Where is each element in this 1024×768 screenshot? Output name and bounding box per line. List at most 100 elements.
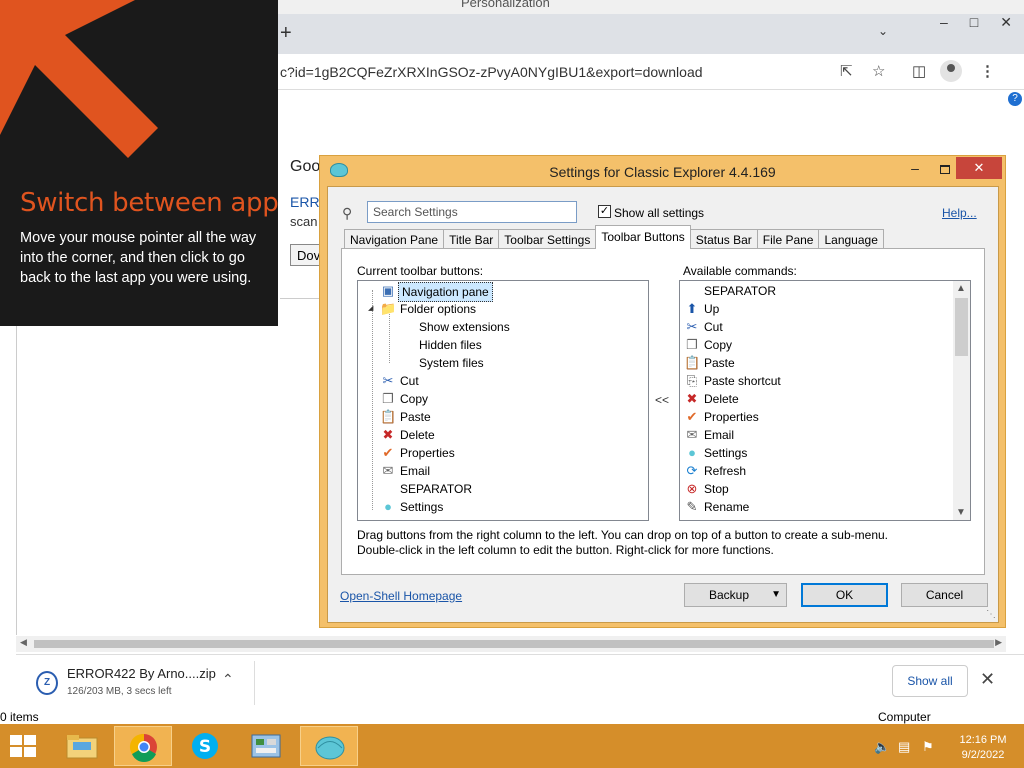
dropdown-arrow-icon[interactable]: ▼ <box>771 584 781 606</box>
new-tab-plus-icon[interactable]: + <box>280 22 292 45</box>
clock[interactable]: 12:16 PM 9/2/2022 <box>952 733 1014 763</box>
profile-avatar-icon[interactable] <box>940 60 962 82</box>
scissors-icon: ✂ <box>686 319 698 334</box>
bookmark-star-icon[interactable]: ☆ <box>872 62 885 80</box>
zip-file-icon: Z <box>36 671 58 695</box>
download-filename[interactable]: ERROR422 By Arno....zip <box>67 666 216 681</box>
homepage-link[interactable]: Open-Shell Homepage <box>340 589 462 603</box>
instructions-line-1: Drag buttons from the right column to th… <box>357 528 888 542</box>
taskbar-file-explorer[interactable] <box>53 726 111 766</box>
tab-toolbar-settings[interactable]: Toolbar Settings <box>498 229 597 249</box>
help-link[interactable]: Help... <box>942 206 977 220</box>
minimize-icon[interactable]: – <box>900 160 930 180</box>
folder-options-icon: 📁 <box>380 301 397 316</box>
file-explorer-icon <box>66 735 98 759</box>
scrollbar-thumb[interactable] <box>955 298 968 356</box>
scroll-left-icon[interactable]: ◀ <box>20 637 27 648</box>
move-left-button[interactable]: << <box>655 393 669 407</box>
current-button-label: Navigation pane <box>398 282 493 302</box>
available-command-label: Paste shortcut <box>704 374 781 388</box>
show-all-button[interactable]: Show all <box>892 665 968 697</box>
tab-status-bar[interactable]: Status Bar <box>689 229 758 249</box>
scrollbar-thumb[interactable] <box>34 640 994 648</box>
explorer-status-computer: Computer <box>878 710 931 724</box>
tab-language[interactable]: Language <box>818 229 884 249</box>
backup-label: Backup <box>709 588 750 602</box>
show-all-settings-checkbox[interactable]: ✓ <box>598 205 611 218</box>
chrome-menu-icon[interactable]: ⋮ <box>980 62 995 80</box>
current-button-label: Folder options <box>400 302 477 316</box>
chrome-maximize-icon[interactable]: □ <box>970 14 978 31</box>
taskbar-classic-shell[interactable] <box>300 726 358 766</box>
chrome-minimize-icon[interactable]: – <box>940 14 948 31</box>
windows-logo-pane <box>10 747 22 757</box>
speaker-muted-icon[interactable]: 🔈 <box>874 739 890 755</box>
search-icon: ⚲ <box>342 205 353 221</box>
horizontal-scrollbar[interactable]: ◀ ▶ <box>16 636 1006 652</box>
paste-icon: 📋 <box>684 355 701 370</box>
scroll-down-icon[interactable]: ▼ <box>956 507 966 518</box>
explorer-status-items: 0 items <box>0 710 44 724</box>
current-button-label: Email <box>400 464 431 478</box>
close-icon[interactable]: ✕ <box>980 669 995 690</box>
personalization-title: Personalization <box>461 0 550 10</box>
tab-search-chevron-icon[interactable]: ⌄ <box>878 24 888 38</box>
url-field[interactable]: c?id=1gB2CQFeZrXRXInGSOz-zPvyA0NYgIBU1&e… <box>280 64 703 80</box>
copy-icon: ❐ <box>382 391 394 406</box>
tab-file-pane[interactable]: File Pane <box>756 229 820 249</box>
taskbar-chrome[interactable] <box>114 726 172 766</box>
share-icon[interactable]: ⇱ <box>840 62 853 80</box>
available-command-label: Email <box>704 428 735 442</box>
navigation-pane-icon: ▣ <box>381 283 395 298</box>
chrome-window-controls: – □ ✕ <box>940 14 1012 31</box>
chevron-up-icon[interactable]: ⌃ <box>222 671 234 688</box>
tab-title-bar[interactable]: Title Bar <box>443 229 500 249</box>
available-command-label: Cut <box>704 320 723 334</box>
paste-shortcut-icon: ⎘ <box>686 373 698 388</box>
action-center-flag-icon[interactable]: ⚑ <box>922 739 934 755</box>
page-heading: Goo <box>290 158 321 175</box>
available-command-label: Stop <box>704 482 729 496</box>
taskbar: S 🔈 ▤ ⚑ 12:16 PM 9/2/2022 <box>0 724 1024 768</box>
windows-logo-pane <box>24 735 36 745</box>
delete-icon: ✖ <box>382 427 394 442</box>
scissors-icon: ✂ <box>382 373 394 388</box>
scroll-up-icon[interactable]: ▲ <box>956 283 966 294</box>
dialog-client-area: ⚲ ✓ Show all settings Help... Navigation… <box>327 186 999 623</box>
properties-icon: ✔ <box>382 445 394 460</box>
close-button[interactable]: ✕ <box>956 157 1002 179</box>
personalization-window-titlebar: Personalization <box>278 0 1024 14</box>
taskbar-control-panel[interactable] <box>237 726 295 766</box>
classic-shell-icon <box>315 736 345 760</box>
tree-expander-icon[interactable]: ◢ <box>368 300 373 318</box>
taskbar-skype[interactable]: S <box>176 726 234 766</box>
copy-icon: ❐ <box>686 337 698 352</box>
switch-apps-tip: Switch between apps Move your mouse poin… <box>0 0 278 326</box>
tab-navigation-pane[interactable]: Navigation Pane <box>344 229 445 249</box>
current-buttons-label: Current toolbar buttons: <box>357 264 484 278</box>
settings-shell-icon: ● <box>688 445 696 460</box>
scroll-right-icon[interactable]: ▶ <box>995 637 1002 648</box>
start-button[interactable] <box>10 735 38 759</box>
cancel-button[interactable]: Cancel <box>901 583 988 607</box>
page-divider <box>280 298 320 299</box>
chrome-address-bar: c?id=1gB2CQFeZrXRXInGSOz-zPvyA0NYgIBU1&e… <box>278 54 1024 90</box>
available-commands-label: Available commands: <box>683 264 797 278</box>
resize-grip-icon[interactable]: ⋱ <box>986 609 996 620</box>
search-input[interactable] <box>367 201 577 223</box>
available-commands-list[interactable]: ▲ ▼ SEPARATOR ⬆ Up ✂ Cut ❐ Copy 📋 Paste ⎘ Paste sh… <box>679 280 971 521</box>
chrome-close-icon[interactable]: ✕ <box>1000 14 1012 31</box>
side-panel-icon[interactable]: ◫ <box>912 62 926 80</box>
vertical-scrollbar[interactable]: ▲ ▼ <box>953 281 970 520</box>
backup-button[interactable]: Backup ▼ <box>684 583 787 607</box>
stop-icon: ⊗ <box>686 481 698 496</box>
available-command-label: Rename <box>704 500 750 514</box>
tab-toolbar-buttons[interactable]: Toolbar Buttons <box>595 225 691 249</box>
show-all-settings-label[interactable]: Show all settings <box>614 206 704 220</box>
current-button-label: Copy <box>400 392 429 406</box>
current-buttons-tree[interactable]: ▣ Navigation pane ◢ 📁 Folder options Show ext… <box>357 280 649 521</box>
ok-button[interactable]: OK <box>801 583 888 607</box>
help-circle-icon[interactable]: ? <box>1008 92 1022 106</box>
network-icon[interactable]: ▤ <box>898 739 910 755</box>
available-command-label: Copy <box>704 338 733 352</box>
